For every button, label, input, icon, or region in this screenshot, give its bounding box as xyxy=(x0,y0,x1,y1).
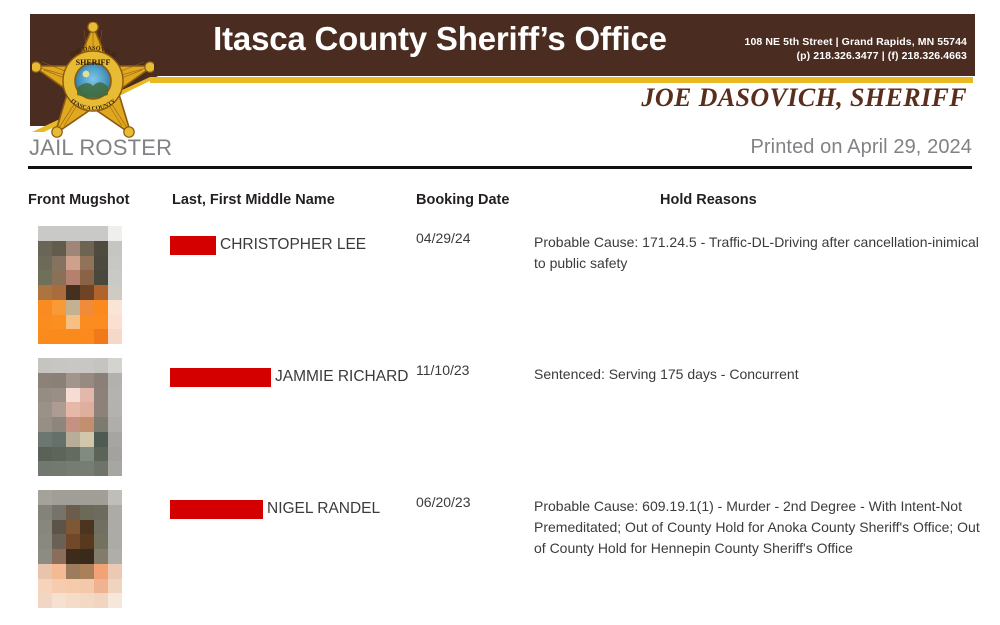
header-divider xyxy=(28,166,972,169)
mugshot-image xyxy=(38,226,122,344)
mugshot-cell xyxy=(38,358,122,476)
hold-reasons: Sentenced: Serving 175 days - Concurrent xyxy=(534,366,799,382)
mugshot-image xyxy=(38,358,122,476)
inmate-name-cell: CHRISTOPHER LEE xyxy=(170,234,366,256)
inmate-name: CHRISTOPHER LEE xyxy=(220,236,367,253)
mugshot-cell xyxy=(38,226,122,344)
sheriff-star-badge-icon: JOE DASOVICH ITASCA COUNTY SHERIFF xyxy=(32,22,154,138)
column-header-hold-reasons: Hold Reasons xyxy=(660,192,757,208)
redacted-last-name xyxy=(170,235,216,255)
printed-on-label: Printed on April 29, 2024 xyxy=(750,136,972,158)
column-header-name: Last, First Middle Name xyxy=(172,192,335,208)
redacted-last-name xyxy=(170,499,263,519)
redacted-last-name xyxy=(170,367,271,387)
hold-reasons: Probable Cause: 609.19.1(1) - Murder - 2… xyxy=(534,498,980,556)
booking-date: 06/20/23 xyxy=(416,494,471,510)
inmate-name: JAMMIE RICHARD xyxy=(275,368,409,385)
column-header-mugshot: Front Mugshot xyxy=(28,192,130,208)
booking-date: 11/10/23 xyxy=(416,362,470,378)
hold-reasons: Probable Cause: 171.24.5 - Traffic-DL-Dr… xyxy=(534,234,979,271)
agency-contact-info: 108 NE 5th Street | Grand Rapids, MN 557… xyxy=(745,35,967,63)
column-header-booking-date: Booking Date xyxy=(416,192,510,208)
inmate-name-cell: JAMMIE RICHARD xyxy=(170,366,408,388)
mugshot-image xyxy=(38,490,122,608)
inmate-name-cell: NIGEL RANDEL xyxy=(170,498,380,520)
agency-phone: (p) 218.326.3477 | (f) 218.326.4663 xyxy=(796,50,967,62)
page-title: Itasca County Sheriff’s Office xyxy=(213,20,667,57)
table-row: NIGEL RANDEL 06/20/23 Probable Cause: 60… xyxy=(0,488,1000,620)
badge-mid-text: SHERIFF xyxy=(76,58,111,67)
agency-address: 108 NE 5th Street | Grand Rapids, MN 557… xyxy=(744,36,967,48)
table-header-row: Front Mugshot Last, First Middle Name Bo… xyxy=(0,188,1000,224)
table-row: CHRISTOPHER LEE 04/29/24 Probable Cause:… xyxy=(0,224,1000,356)
table-row: JAMMIE RICHARD 11/10/23 Sentenced: Servi… xyxy=(0,356,1000,488)
booking-date: 04/29/24 xyxy=(416,230,471,246)
roster-title: JAIL ROSTER xyxy=(29,135,173,160)
inmate-name: NIGEL RANDEL xyxy=(267,500,381,517)
mugshot-cell xyxy=(38,490,122,608)
jail-roster-table: Front Mugshot Last, First Middle Name Bo… xyxy=(0,188,1000,620)
sheriff-name-label: JOE DASOVICH, SHERIFF xyxy=(641,83,967,112)
